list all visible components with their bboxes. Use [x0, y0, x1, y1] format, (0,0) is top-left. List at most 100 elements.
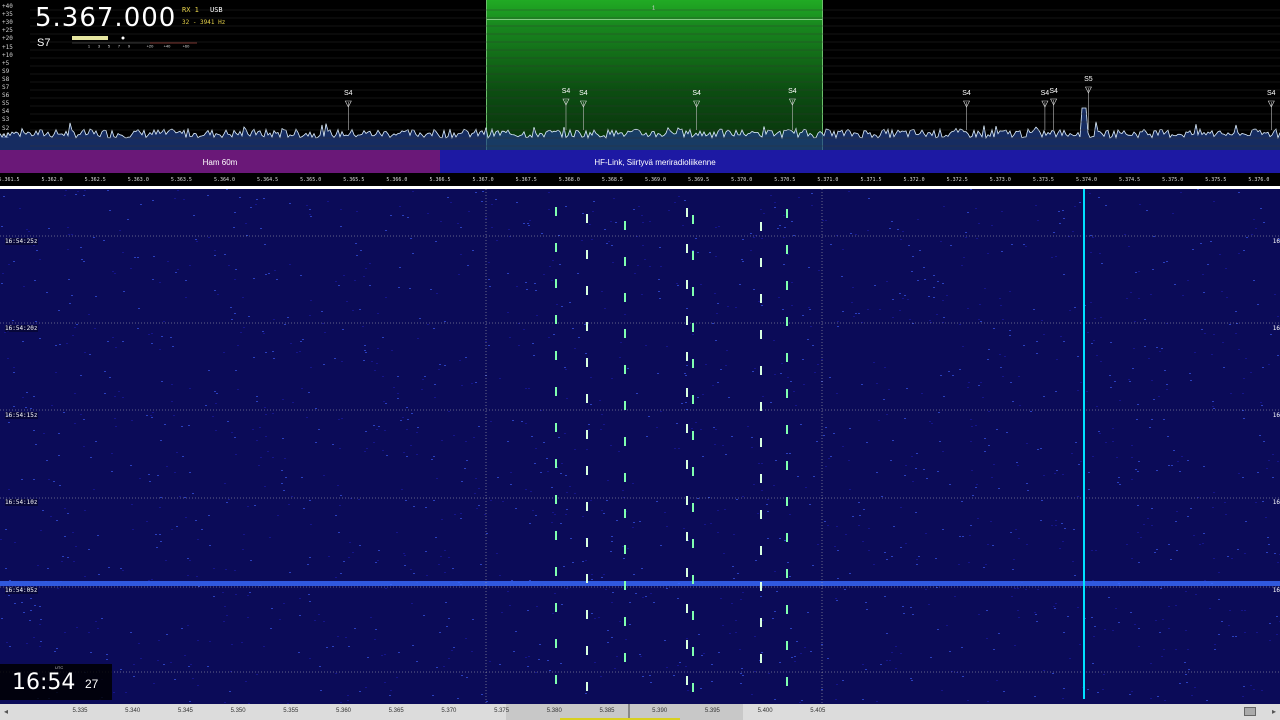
waterfall-noise-pixel: [1245, 521, 1247, 522]
waterfall-noise-pixel: [551, 522, 553, 523]
waterfall-noise-pixel: [825, 466, 827, 467]
waterfall-noise-pixel: [1146, 210, 1148, 211]
frequency-tick-label: 5.365.5: [343, 177, 365, 183]
waterfall-noise-pixel: [702, 456, 704, 457]
waterfall-noise-pixel: [335, 281, 337, 282]
waterfall-noise-pixel: [215, 403, 217, 404]
waterfall-noise-pixel: [709, 252, 711, 253]
scroll-left-arrow-icon[interactable]: ◂: [0, 704, 12, 720]
frequency-scale-top[interactable]: 5.361.5 5.362.0 5.362.5 5.363.0 5.363.5 5.364…: [0, 173, 1280, 187]
waterfall-noise-pixel: [636, 393, 638, 394]
waterfall-noise-pixel: [1014, 588, 1016, 589]
signal-marker[interactable]: S4: [1267, 90, 1276, 97]
waterfall-noise-pixel: [1098, 197, 1100, 198]
signal-marker[interactable]: S4: [788, 88, 797, 95]
panadapter[interactable]: +40 +35 +30 +25 +20 +15 +10 +5 S9 S8 S7 S6 S5 S4 S3 S2 S…: [0, 0, 1280, 150]
waterfall-noise-pixel: [486, 533, 488, 534]
waterfall-noise-pixel: [122, 341, 124, 342]
waterfall-noise-pixel: [963, 257, 965, 258]
waterfall-noise-pixel: [181, 628, 183, 629]
signal-marker[interactable]: S4: [344, 90, 353, 97]
waterfall-noise-pixel: [109, 210, 111, 211]
vfo-frequency[interactable]: 5.367.000: [35, 3, 176, 33]
waterfall-noise-pixel: [33, 245, 35, 246]
waterfall-noise-pixel: [780, 373, 782, 374]
waterfall-noise-pixel: [402, 417, 404, 418]
waterfall-noise-pixel: [681, 403, 683, 404]
waterfall-noise-pixel: [242, 297, 244, 298]
waterfall-noise-pixel: [664, 512, 666, 513]
waterfall-noise-pixel: [1193, 535, 1195, 536]
waterfall-noise-pixel: [1133, 348, 1135, 349]
waterfall-noise-pixel: [352, 310, 354, 311]
signal-marker[interactable]: S4: [1049, 88, 1058, 95]
waterfall-noise-pixel: [303, 508, 305, 509]
waterfall-noise-pixel: [1274, 294, 1276, 295]
waterfall-noise-pixel: [943, 396, 945, 397]
waterfall-noise-pixel: [1054, 608, 1056, 609]
waterfall-noise-pixel: [300, 275, 302, 276]
waterfall-noise-pixel: [787, 377, 789, 378]
minimap-icon[interactable]: [1244, 707, 1256, 716]
mode-label[interactable]: USB: [210, 6, 223, 14]
waterfall-noise-pixel: [1170, 559, 1172, 560]
waterfall-noise-pixel: [272, 351, 274, 352]
waterfall-noise-pixel: [107, 341, 109, 342]
signal-marker[interactable]: S4: [692, 90, 701, 97]
waterfall-noise-pixel: [1266, 468, 1268, 469]
waterfall-noise-pixel: [291, 496, 293, 497]
signal-marker[interactable]: S5: [1084, 76, 1093, 83]
waterfall-noise-pixel: [653, 602, 655, 603]
waterfall-noise-pixel: [751, 437, 753, 438]
band-ham-60m[interactable]: Ham 60m: [0, 150, 440, 173]
waterfall-noise-pixel: [1136, 419, 1138, 420]
waterfall-noise-pixel: [1079, 644, 1081, 645]
signal-marker[interactable]: S4: [562, 88, 571, 95]
waterfall-noise-pixel: [510, 472, 512, 473]
frequency-tick-label: 5.367.5: [515, 177, 537, 183]
waterfall-noise-pixel: [649, 221, 651, 222]
smeter-scale-label: +20: [147, 44, 155, 49]
waterfall-noise-pixel: [289, 203, 291, 204]
waterfall-noise-pixel: [385, 403, 387, 404]
waterfall-noise-pixel: [525, 489, 527, 490]
waterfall-noise-pixel: [23, 286, 25, 287]
waterfall-noise-pixel: [1013, 559, 1015, 560]
signal-marker[interactable]: S4: [579, 90, 588, 97]
waterfall-noise-pixel: [547, 471, 549, 472]
waterfall-noise-pixel: [417, 427, 419, 428]
waterfall-noise-pixel: [172, 346, 174, 347]
scroll-right-arrow-icon[interactable]: ▸: [1268, 704, 1280, 720]
waterfall-fsk-tick: [786, 677, 788, 686]
waterfall-noise-pixel: [753, 289, 755, 290]
waterfall-noise-pixel: [741, 668, 743, 669]
waterfall-noise-pixel: [131, 504, 133, 505]
waterfall-noise-pixel: [171, 401, 173, 402]
waterfall-noise-pixel: [668, 210, 670, 211]
waterfall-noise-pixel: [868, 528, 870, 529]
waterfall-noise-pixel: [248, 316, 250, 317]
waterfall-noise-pixel: [376, 363, 378, 364]
waterfall-noise-pixel: [166, 466, 168, 467]
waterfall-noise-pixel: [242, 549, 244, 550]
waterfall-noise-pixel: [65, 190, 67, 191]
waterfall-noise-pixel: [378, 426, 380, 427]
waterfall-noise-pixel: [642, 245, 644, 246]
band-hf-label: HF-Link, Siirtyvä meriradioliikenne: [594, 158, 716, 167]
waterfall-noise-pixel: [1194, 687, 1196, 688]
waterfall-noise-pixel: [760, 209, 762, 210]
waterfall-fsk-tick: [624, 509, 626, 518]
waterfall-noise-pixel: [758, 301, 760, 302]
signal-marker[interactable]: S4: [1041, 90, 1050, 97]
waterfall-noise-pixel: [656, 501, 658, 502]
waterfall-noise-pixel: [1157, 696, 1159, 697]
waterfall-noise-pixel: [1266, 552, 1268, 553]
waterfall-noise-pixel: [725, 454, 727, 455]
waterfall-noise-pixel: [1091, 550, 1093, 551]
overview-scale[interactable]: ◂ ▸ 5.335 5.340 5.345 5.350 5.355 5.360 5.365 5…: [0, 704, 1280, 720]
waterfall-noise-pixel: [633, 522, 635, 523]
waterfall[interactable]: 16:54:25z 16 16:54:20z 16 16:54:15z 16 16:54:1…: [0, 189, 1280, 704]
signal-marker[interactable]: S4: [962, 90, 971, 97]
band-hf-link[interactable]: HF-Link, Siirtyvä meriradioliikenne: [440, 150, 1280, 173]
waterfall-noise-pixel: [611, 541, 613, 542]
